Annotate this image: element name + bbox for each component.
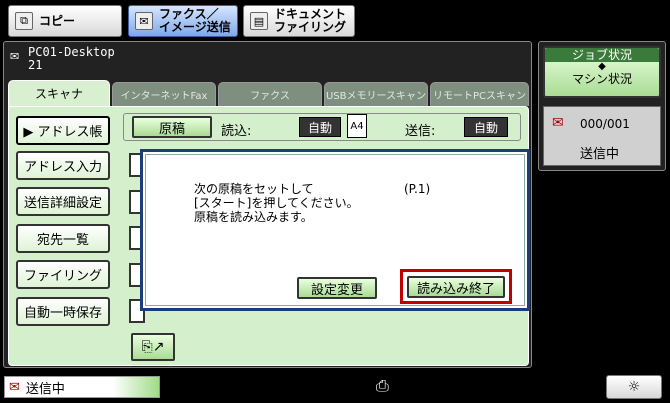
send-mail-icon: ✉ xyxy=(9,379,20,395)
fax-icon: ✉ xyxy=(135,12,153,30)
address-book-button[interactable]: ▶ アドレス帳 xyxy=(16,116,110,145)
bottom-bar: ✉ 送信中 ⎙ ☼ xyxy=(0,372,670,403)
paper-size-icon: A4 xyxy=(347,114,367,138)
send-mail-icon: ✉ xyxy=(552,115,564,131)
read-value: 自動 xyxy=(299,117,341,137)
machine-status-label: マシン状況 xyxy=(571,72,632,86)
document-filing-mode-button[interactable]: ▤ ドキュメント ファイリング xyxy=(243,5,355,37)
tab-remote-pc-scan[interactable]: リモートPCスキャン xyxy=(430,82,529,106)
auto-temp-save-button[interactable]: 自動一時保存 xyxy=(16,297,110,326)
document-send-icon[interactable]: ⎙ xyxy=(376,376,389,396)
change-settings-button[interactable]: 設定変更 xyxy=(297,277,377,299)
fax-image-send-mode-button[interactable]: ✉ ファクス／ イメージ送信 xyxy=(128,5,238,37)
job-state: 送信中 xyxy=(580,147,620,162)
finish-reading-button[interactable]: 読み込み終了 xyxy=(407,276,505,298)
toggle-arrow-icon: ◆ xyxy=(598,61,606,72)
tab-usb-memory-scan[interactable]: USBメモリースキャン xyxy=(324,82,428,106)
send-detail-settings-button[interactable]: 送信詳細設定 xyxy=(16,187,110,216)
destination-header: PC01-Desktop 21 xyxy=(28,46,115,72)
scan-next-dialog: 次の原稿をセットして (P.1) [スタート]を押してください。 原稿を読み込み… xyxy=(140,149,530,311)
send-document-icon: ⎘↗ xyxy=(141,339,165,355)
send-value: 自動 xyxy=(464,117,508,137)
tab-fax[interactable]: ファクス xyxy=(218,82,322,106)
dialog-message-line-1: 次の原稿をセットして xyxy=(194,182,314,196)
header-line-2: 21 xyxy=(28,58,43,72)
job-item[interactable]: ✉ 000/001 送信中 xyxy=(543,106,661,166)
original-button[interactable]: 原稿 xyxy=(132,116,212,138)
sending-status-indicator[interactable]: ✉ 送信中 xyxy=(4,376,160,398)
send-to-pc-button[interactable]: ⎘↗ xyxy=(131,333,175,361)
tab-internet-fax[interactable]: インターネットFax xyxy=(112,82,216,106)
job-status-title: ジョブ状況 xyxy=(545,48,659,62)
brightness-button[interactable]: ☼ xyxy=(606,375,662,399)
send-label: 送信: xyxy=(405,124,436,139)
filing-icon: ▤ xyxy=(250,12,268,30)
mail-icon: ✉ xyxy=(10,50,20,63)
tab-scanner[interactable]: スキャナ xyxy=(8,80,110,106)
job-status-panel: ジョブ状況 ◆ マシン状況 ✉ 000/001 送信中 xyxy=(538,41,666,171)
destination-list-button[interactable]: 宛先一覧 xyxy=(16,224,110,253)
job-count: 000/001 xyxy=(580,117,630,131)
read-label: 読込: xyxy=(221,124,252,139)
filing-button[interactable]: ファイリング xyxy=(16,260,110,289)
copy-icon: ⧉ xyxy=(15,12,33,30)
dialog-message-line-3: 原稿を読み込みます。 xyxy=(194,210,313,224)
job-status-button[interactable]: ジョブ状況 ◆ マシン状況 xyxy=(543,46,661,98)
sending-status-text: 送信中 xyxy=(25,381,65,397)
dialog-message-line-2: [スタート]を押してください。 xyxy=(194,196,359,210)
address-entry-button[interactable]: アドレス入力 xyxy=(16,151,110,180)
copy-mode-button[interactable]: ⧉ コピー xyxy=(8,5,122,37)
brightness-icon: ☼ xyxy=(627,379,641,395)
dialog-page-number: (P.1) xyxy=(404,182,431,196)
